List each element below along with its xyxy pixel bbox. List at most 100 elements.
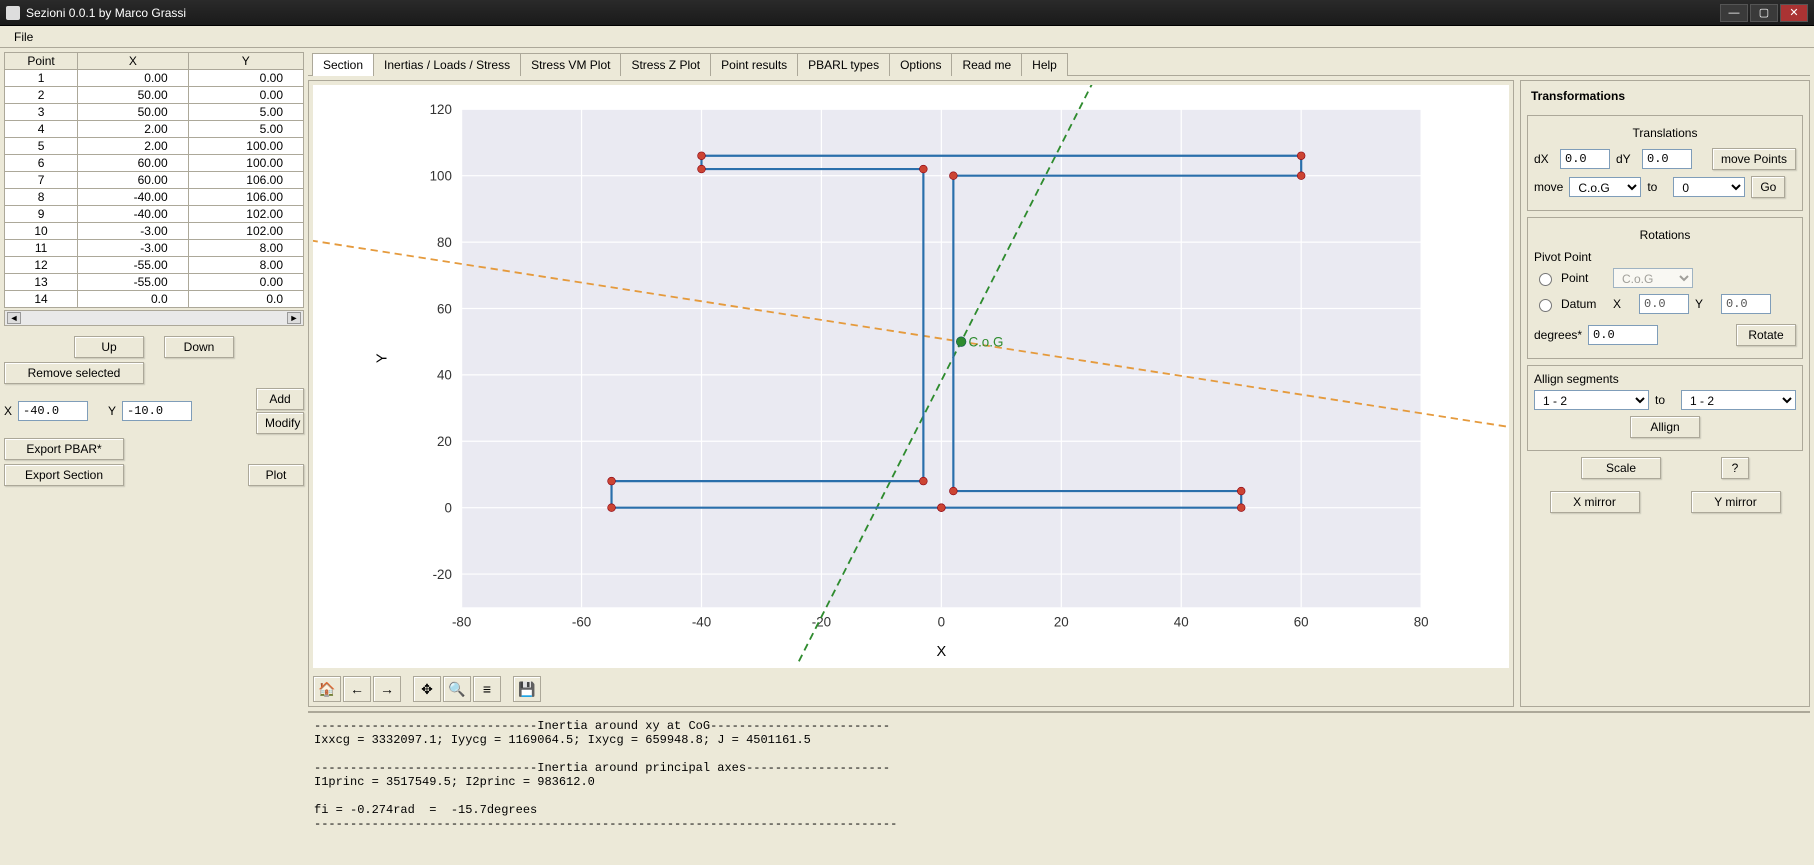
- scroll-right-icon[interactable]: ►: [287, 312, 301, 324]
- align-button[interactable]: Allign: [1630, 416, 1700, 438]
- table-row[interactable]: 11-3.008.00: [5, 240, 304, 257]
- tab-section[interactable]: Section: [312, 53, 374, 76]
- datum-x-input[interactable]: [1639, 294, 1689, 314]
- forward-icon[interactable]: →: [373, 676, 401, 702]
- move-points-button[interactable]: move Points: [1712, 148, 1796, 170]
- degrees-input[interactable]: [1588, 325, 1658, 345]
- table-row[interactable]: 10.000.00: [5, 70, 304, 87]
- table-row[interactable]: 42.005.00: [5, 121, 304, 138]
- pivot-datum-label: Datum: [1561, 297, 1607, 311]
- minimize-button[interactable]: —: [1720, 4, 1748, 22]
- x-mirror-button[interactable]: X mirror: [1550, 491, 1640, 513]
- move-from-select[interactable]: C.o.G: [1569, 177, 1641, 197]
- plot-area: -80-60-40-20020406080-20020406080100120X…: [308, 80, 1514, 707]
- modify-button[interactable]: Modify: [256, 412, 304, 434]
- maximize-button[interactable]: ▢: [1750, 4, 1778, 22]
- remove-selected-button[interactable]: Remove selected: [4, 362, 144, 384]
- menubar: File: [0, 26, 1814, 48]
- tab-stress-z-plot[interactable]: Stress Z Plot: [620, 53, 711, 76]
- export-section-button[interactable]: Export Section: [4, 464, 124, 486]
- move-to-label: to: [1647, 180, 1667, 194]
- dx-label: dX: [1534, 152, 1554, 166]
- go-button[interactable]: Go: [1751, 176, 1785, 198]
- table-row[interactable]: 9-40.00102.00: [5, 206, 304, 223]
- tab-point-results[interactable]: Point results: [710, 53, 798, 76]
- tab-options[interactable]: Options: [889, 53, 952, 76]
- pivot-point-select[interactable]: C.o.G: [1613, 268, 1693, 288]
- svg-text:40: 40: [1174, 615, 1189, 630]
- degrees-label: degrees*: [1534, 328, 1582, 342]
- svg-text:-80: -80: [452, 615, 471, 630]
- align-heading: Allign segments: [1534, 372, 1796, 386]
- table-row[interactable]: 52.00100.00: [5, 138, 304, 155]
- plot-canvas[interactable]: -80-60-40-20020406080-20020406080100120X…: [313, 85, 1509, 668]
- points-table[interactable]: Point X Y 10.000.00250.000.00350.005.004…: [4, 52, 304, 308]
- x-input[interactable]: [18, 401, 88, 421]
- help-button[interactable]: ?: [1721, 457, 1749, 479]
- output-log[interactable]: -------------------------------Inertia a…: [308, 711, 1810, 861]
- table-row[interactable]: 140.00.0: [5, 291, 304, 308]
- move-to-select[interactable]: 0: [1673, 177, 1745, 197]
- dy-label: dY: [1616, 152, 1636, 166]
- plot-toolbar: 🏠 ← → ✥ 🔍 ≡ 💾: [309, 672, 1513, 706]
- export-pbar-button[interactable]: Export PBAR*: [4, 438, 124, 460]
- home-icon[interactable]: 🏠: [313, 676, 341, 702]
- menu-file[interactable]: File: [8, 28, 39, 46]
- tab-pbarl-types[interactable]: PBARL types: [797, 53, 890, 76]
- add-button[interactable]: Add: [256, 388, 304, 410]
- save-icon[interactable]: 💾: [513, 676, 541, 702]
- datum-x-label: X: [1613, 297, 1633, 311]
- y-label: Y: [108, 404, 116, 418]
- table-row[interactable]: 10-3.00102.00: [5, 223, 304, 240]
- plot-button[interactable]: Plot: [248, 464, 304, 486]
- tab-stress-vm-plot[interactable]: Stress VM Plot: [520, 53, 621, 76]
- tab-help[interactable]: Help: [1021, 53, 1068, 76]
- y-input[interactable]: [122, 401, 192, 421]
- up-button[interactable]: Up: [74, 336, 144, 358]
- configure-icon[interactable]: ≡: [473, 676, 501, 702]
- svg-text:20: 20: [1054, 615, 1069, 630]
- down-button[interactable]: Down: [164, 336, 234, 358]
- rotate-button[interactable]: Rotate: [1736, 324, 1796, 346]
- left-panel: Point X Y 10.000.00250.000.00350.005.004…: [4, 52, 304, 861]
- zoom-icon[interactable]: 🔍: [443, 676, 471, 702]
- transformations-panel: Transformations Translations dX dY move …: [1520, 80, 1810, 707]
- svg-text:100: 100: [430, 169, 452, 184]
- tab-inertias-loads-stress[interactable]: Inertias / Loads / Stress: [373, 53, 521, 76]
- align-to-select[interactable]: 1 - 2: [1681, 390, 1796, 410]
- pivot-point-radio[interactable]: [1539, 273, 1552, 286]
- dx-input[interactable]: [1560, 149, 1610, 169]
- pivot-point-label: Point: [1561, 271, 1607, 285]
- svg-text:0: 0: [444, 501, 451, 516]
- datum-y-input[interactable]: [1721, 294, 1771, 314]
- back-icon[interactable]: ←: [343, 676, 371, 702]
- scale-button[interactable]: Scale: [1581, 457, 1661, 479]
- x-label: X: [4, 404, 12, 418]
- align-from-select[interactable]: 1 - 2: [1534, 390, 1649, 410]
- pivot-datum-radio[interactable]: [1539, 299, 1552, 312]
- svg-text:40: 40: [437, 368, 452, 383]
- svg-text:C.o.G: C.o.G: [968, 335, 1003, 350]
- svg-text:-60: -60: [572, 615, 591, 630]
- table-row[interactable]: 350.005.00: [5, 104, 304, 121]
- close-button[interactable]: ✕: [1780, 4, 1808, 22]
- col-x[interactable]: X: [78, 53, 189, 70]
- table-row[interactable]: 8-40.00106.00: [5, 189, 304, 206]
- dy-input[interactable]: [1642, 149, 1692, 169]
- y-mirror-button[interactable]: Y mirror: [1691, 491, 1781, 513]
- align-group: Allign segments 1 - 2 to 1 - 2 Allign: [1527, 365, 1803, 451]
- pan-icon[interactable]: ✥: [413, 676, 441, 702]
- svg-text:120: 120: [430, 102, 452, 117]
- scroll-left-icon[interactable]: ◄: [7, 312, 21, 324]
- app-icon: [6, 6, 20, 20]
- col-point[interactable]: Point: [5, 53, 78, 70]
- table-row[interactable]: 250.000.00: [5, 87, 304, 104]
- table-row[interactable]: 13-55.000.00: [5, 274, 304, 291]
- tab-read-me[interactable]: Read me: [951, 53, 1022, 76]
- table-row[interactable]: 760.00106.00: [5, 172, 304, 189]
- table-row[interactable]: 12-55.008.00: [5, 257, 304, 274]
- table-row[interactable]: 660.00100.00: [5, 155, 304, 172]
- col-y[interactable]: Y: [188, 53, 303, 70]
- svg-text:60: 60: [1294, 615, 1309, 630]
- table-hscroll[interactable]: ◄ ►: [4, 310, 304, 326]
